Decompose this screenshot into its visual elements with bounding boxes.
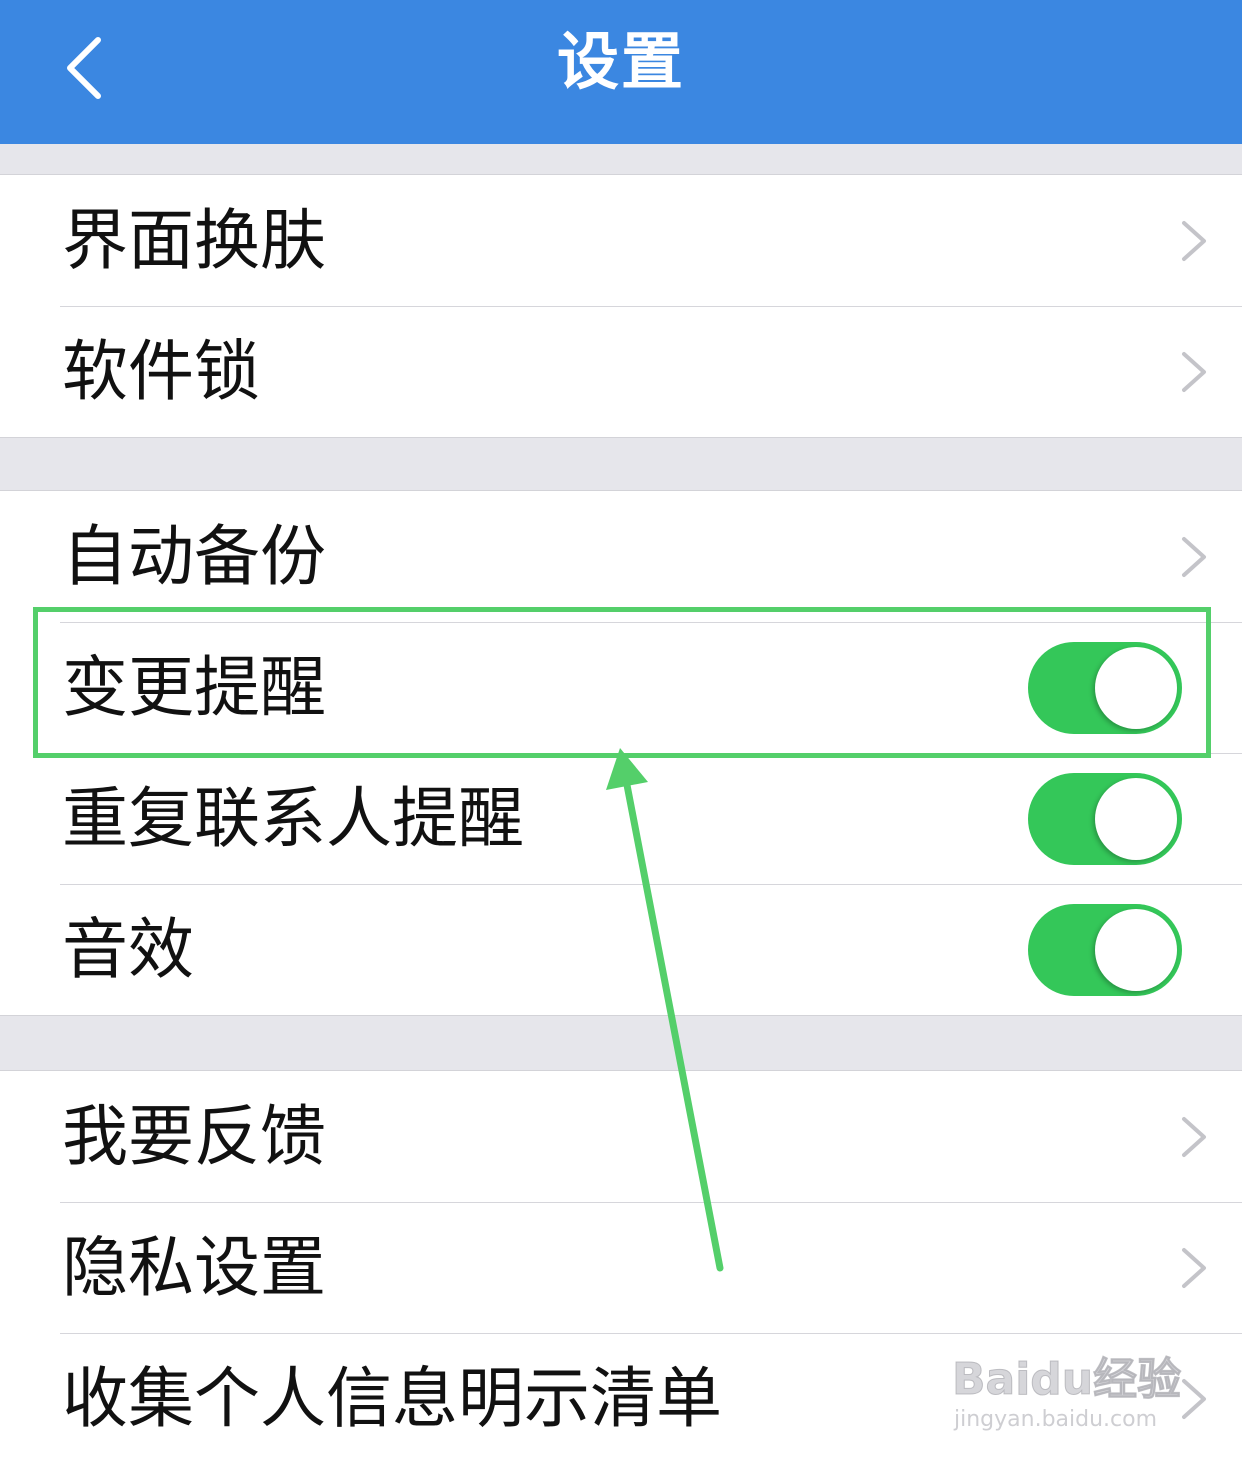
sound-effects-toggle[interactable]	[1028, 904, 1182, 996]
settings-group-backup: 自动备份 变更提醒 重复联系人提醒 音效	[0, 490, 1242, 1016]
settings-row-label: 自动备份	[62, 518, 326, 595]
settings-row-label: 我要反馈	[62, 1098, 326, 1175]
settings-row-change-reminder: 变更提醒	[0, 622, 1242, 753]
chevron-right-icon	[1182, 1248, 1206, 1288]
settings-group-privacy: 我要反馈 隐私设置 收集个人信息明示清单	[0, 1070, 1242, 1471]
settings-row-label: 界面换肤	[62, 202, 326, 279]
duplicate-contact-reminder-toggle[interactable]	[1028, 773, 1182, 865]
chevron-right-icon	[1182, 221, 1206, 261]
navigation-bar: 设置	[0, 0, 1242, 144]
settings-row-duplicate-contact-reminder: 重复联系人提醒	[0, 753, 1242, 884]
settings-row-label: 收集个人信息明示清单	[62, 1360, 722, 1437]
settings-group-appearance: 界面换肤 软件锁	[0, 174, 1242, 438]
chevron-right-icon	[1182, 537, 1206, 577]
settings-row-label: 音效	[62, 911, 194, 988]
settings-row-app-lock[interactable]: 软件锁	[0, 306, 1242, 437]
settings-row-skin[interactable]: 界面换肤	[0, 175, 1242, 306]
change-reminder-toggle[interactable]	[1028, 642, 1182, 734]
settings-row-personal-info-list[interactable]: 收集个人信息明示清单	[0, 1333, 1242, 1464]
chevron-right-icon	[1182, 1117, 1206, 1157]
toggle-knob	[1095, 647, 1177, 729]
page-title: 设置	[556, 25, 685, 98]
chevron-right-icon	[1182, 352, 1206, 392]
chevron-right-icon	[1182, 1379, 1206, 1419]
settings-row-sound-effects: 音效	[0, 884, 1242, 1015]
settings-row-label: 软件锁	[62, 333, 260, 410]
settings-row-feedback[interactable]: 我要反馈	[0, 1071, 1242, 1202]
toggle-knob	[1095, 909, 1177, 991]
settings-row-label: 重复联系人提醒	[62, 780, 524, 857]
settings-row-auto-backup[interactable]: 自动备份	[0, 491, 1242, 622]
settings-row-privacy-settings[interactable]: 隐私设置	[0, 1202, 1242, 1333]
settings-row-label: 变更提醒	[62, 649, 326, 726]
toggle-knob	[1095, 778, 1177, 860]
settings-row-label: 隐私设置	[62, 1229, 326, 1306]
